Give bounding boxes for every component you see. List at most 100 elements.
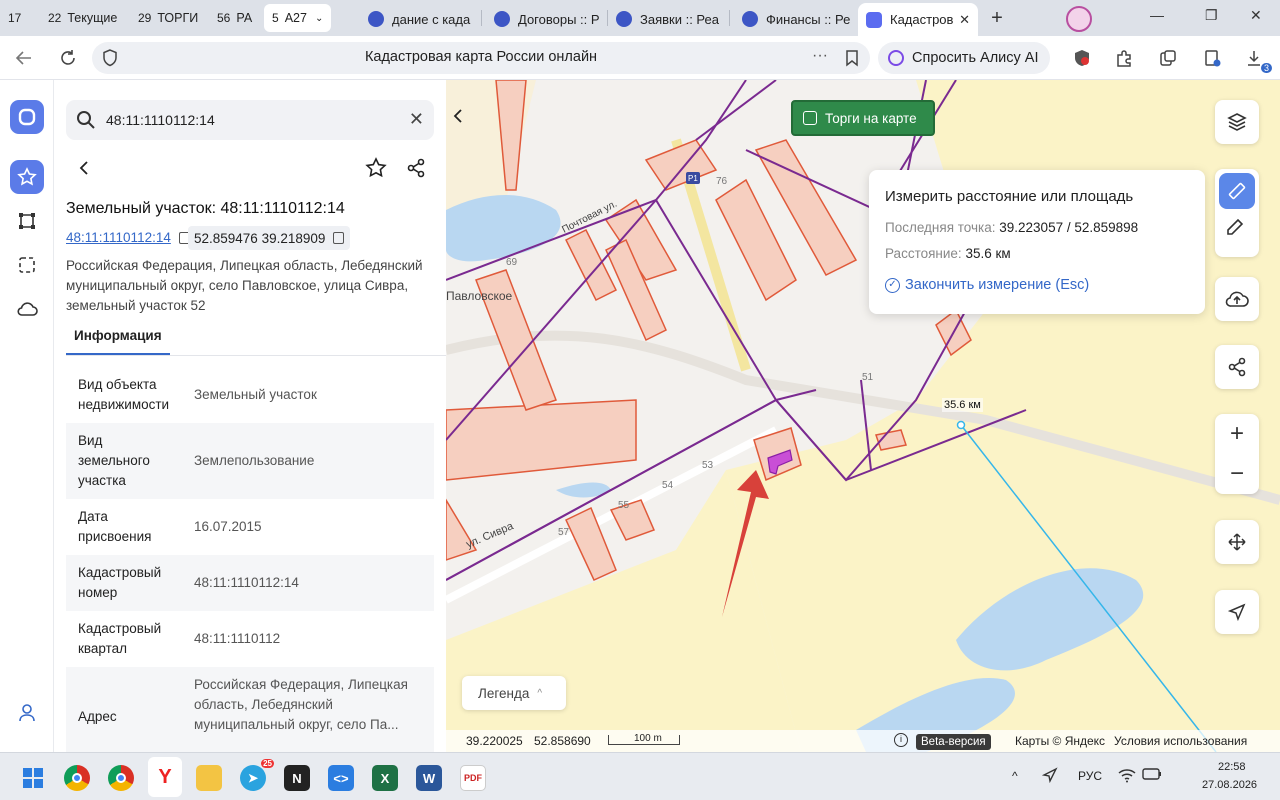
zoom-in-button[interactable]: + (1215, 414, 1259, 454)
tab-finance[interactable]: Финансы :: Ре (734, 5, 852, 33)
cloud-upload-icon (1225, 291, 1249, 307)
ruler-button[interactable] (1219, 173, 1255, 209)
map-share-button[interactable] (1215, 345, 1259, 389)
back-button[interactable] (68, 152, 100, 184)
clear-search-icon[interactable]: ✕ (409, 109, 424, 130)
cadastral-number-link[interactable]: 48:11:1110112:14 (66, 230, 190, 245)
select-area-icon[interactable] (10, 248, 44, 282)
adblock-icon[interactable] (1070, 46, 1094, 70)
cadastral-map[interactable]: 69 51 53 54 55 57 76 Павловское ул. Сивр… (446, 80, 1280, 752)
pdf-icon[interactable]: PDF (460, 765, 486, 791)
alice-label: Спросить Алису AI (912, 50, 1039, 66)
polygon-tool-icon[interactable] (10, 204, 44, 238)
downloads-icon[interactable]: 3 (1242, 46, 1272, 73)
chevron-up-icon: ^ (537, 687, 543, 699)
chrome-alt-icon[interactable] (108, 765, 134, 791)
edit-icon[interactable] (1225, 217, 1249, 241)
profile-avatar[interactable] (1066, 6, 1092, 32)
language-indicator[interactable]: РУС (1078, 769, 1102, 783)
pen-icon[interactable] (1041, 767, 1058, 786)
wifi-icon[interactable] (1118, 767, 1136, 786)
pan-button[interactable] (1215, 520, 1259, 564)
info-row: Дата присвоения 16.07.2015 (66, 499, 434, 555)
cloud-icon[interactable] (10, 292, 44, 326)
house-number-label: 57 (558, 527, 570, 538)
tab-group-5[interactable]: 5 А27 ⌄ (264, 4, 332, 32)
collections-icon[interactable] (1156, 46, 1180, 70)
extensions-icon[interactable] (1112, 46, 1136, 70)
bookmark-icon[interactable] (840, 46, 864, 70)
notion-like-icon[interactable]: N (284, 765, 310, 791)
close-window-button[interactable]: ✕ (1250, 7, 1262, 24)
chevron-up-icon[interactable]: ^ (1012, 769, 1018, 783)
clock-date[interactable]: 27.08.2026 (1202, 779, 1257, 791)
restore-button[interactable]: ❐ (1205, 7, 1218, 24)
tab-label: дание с када (392, 11, 471, 27)
info-key: Кадастровый квартал (78, 621, 162, 656)
tab-group-4[interactable]: 56 РА (217, 6, 252, 30)
share-icon[interactable] (400, 152, 432, 184)
copy-icon[interactable] (333, 232, 345, 244)
zoom-out-button[interactable]: − (1215, 454, 1259, 494)
info-icon[interactable]: i (894, 733, 908, 747)
search-icon (76, 110, 96, 135)
locate-me-button[interactable] (1215, 590, 1259, 634)
word-icon[interactable]: W (416, 765, 442, 791)
auctions-label: Торги на карте (825, 110, 917, 126)
windows-start-icon[interactable] (20, 765, 46, 791)
close-tab-icon[interactable]: ✕ (959, 12, 970, 28)
yandex-browser-icon[interactable]: Y (148, 757, 182, 797)
address-bar[interactable]: Кадастровая карта России онлайн ··· (92, 42, 870, 74)
finish-measure-button[interactable]: ✓ Закончить измерение (Esc) (885, 277, 1089, 293)
reader-icon[interactable] (1200, 46, 1224, 70)
page-title: Кадастровая карта России онлайн (364, 49, 598, 65)
search-input[interactable]: 48:11:1110112:14 (106, 112, 215, 128)
favorites-star-icon[interactable] (10, 160, 44, 194)
tab-group-1[interactable]: 17 (8, 6, 27, 30)
auctions-toggle[interactable]: Торги на карте (791, 100, 935, 136)
tab-group-2[interactable]: 22 Текущие (48, 6, 117, 30)
more-dots-icon[interactable]: ··· (812, 47, 828, 65)
upload-button[interactable] (1215, 277, 1259, 321)
copyright-text[interactable]: Карты © Яндекс (1015, 734, 1105, 748)
distance-label: Расстояние: (885, 246, 962, 261)
back-arrow-icon[interactable] (12, 46, 36, 70)
house-number-label: 53 (702, 460, 714, 471)
chrome-icon[interactable] (64, 765, 90, 791)
collapse-panel-button[interactable] (446, 100, 470, 132)
tab-group-3[interactable]: 29 ТОРГИ (138, 6, 198, 30)
layers-button[interactable] (1215, 100, 1259, 144)
file-explorer-icon[interactable] (196, 765, 222, 791)
tab-cadastral-active[interactable]: Кадастров ✕ (858, 3, 978, 36)
battery-icon[interactable] (1142, 767, 1162, 784)
beta-badge[interactable]: Beta-версия (916, 734, 991, 750)
terms-link[interactable]: Условия использования (1114, 734, 1247, 748)
telegram-icon[interactable]: ➤ 25 (240, 759, 274, 791)
coordinates-chip[interactable]: 52.859476 39.218909 (188, 226, 351, 250)
minimize-button[interactable]: — (1150, 7, 1164, 23)
tab-contracts[interactable]: Договоры :: Р (486, 5, 604, 33)
vscode-icon[interactable]: <> (328, 765, 354, 791)
tab-requests[interactable]: Заявки :: Реа (608, 5, 726, 33)
add-favorite-icon[interactable] (360, 152, 392, 184)
search-field[interactable]: 48:11:1110112:14 ✕ (66, 100, 434, 140)
user-profile-icon[interactable] (10, 696, 44, 730)
checkbox[interactable] (803, 111, 817, 125)
legend-button[interactable]: Легенда ^ (462, 676, 566, 710)
reload-icon[interactable] (56, 46, 80, 70)
globe-icon (494, 11, 510, 27)
globe-icon (616, 11, 632, 27)
info-value: 16.07.2015 (194, 519, 262, 534)
clock-time[interactable]: 22:58 (1218, 761, 1246, 773)
app-logo-icon[interactable] (10, 100, 44, 134)
measure-title: Измерить расстояние или площадь (885, 188, 1134, 205)
new-tab-button[interactable]: + (986, 7, 1008, 29)
measure-point[interactable] (956, 420, 966, 430)
browser-tab-bar: 17 22 Текущие 29 ТОРГИ 56 РА 5 А27 ⌄ дание с … (0, 0, 1280, 36)
object-address: Российская Федерация, Липецкая область, … (66, 258, 423, 313)
info-row: Кадастровый номер 48:11:1110112:14 (66, 555, 434, 611)
tab-building[interactable]: дание с када (360, 5, 478, 33)
tab-information[interactable]: Информация (74, 328, 162, 343)
excel-icon[interactable]: X (372, 765, 398, 791)
ask-alice-button[interactable]: Спросить Алису AI (878, 42, 1050, 74)
